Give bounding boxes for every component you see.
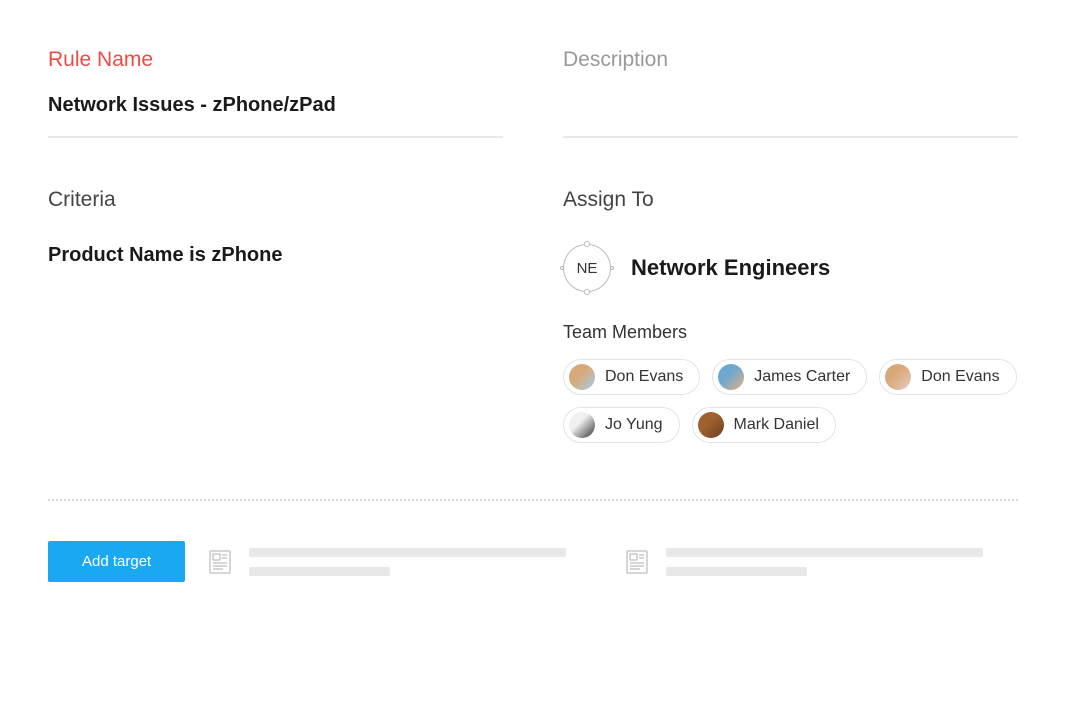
avatar [698, 412, 724, 438]
description-input[interactable] [563, 94, 1018, 138]
add-target-button[interactable]: Add target [48, 541, 185, 582]
team-badge-icon: NE [563, 244, 611, 292]
rule-name-input[interactable]: Network Issues - zPhone/zPad [48, 94, 503, 138]
skeleton-line [666, 567, 807, 576]
avatar [569, 412, 595, 438]
target-placeholder [626, 548, 1018, 576]
team-member-name: Jo Yung [605, 416, 663, 434]
team-member-name: Don Evans [605, 368, 683, 386]
criteria-text[interactable]: Product Name is zPhone [48, 244, 503, 267]
team-member-chip[interactable]: James Carter [712, 359, 867, 395]
criteria-label: Criteria [48, 188, 503, 212]
avatar [718, 364, 744, 390]
team-member-chip[interactable]: Don Evans [879, 359, 1016, 395]
skeleton-line [249, 567, 390, 576]
team-member-name: Mark Daniel [734, 416, 819, 434]
team-members-label: Team Members [563, 322, 1018, 343]
avatar [885, 364, 911, 390]
team-member-name: James Carter [754, 368, 850, 386]
skeleton-line [249, 548, 566, 557]
section-divider [48, 499, 1018, 501]
assigned-team-name: Network Engineers [631, 255, 830, 281]
team-members-list: Don Evans James Carter Don Evans Jo Yung Mar… [563, 359, 1018, 443]
assign-to-label: Assign To [563, 188, 1018, 212]
team-member-chip[interactable]: Mark Daniel [692, 407, 836, 443]
rule-name-label: Rule Name [48, 48, 503, 72]
target-placeholder [209, 548, 601, 576]
team-member-chip[interactable]: Don Evans [563, 359, 700, 395]
team-member-chip[interactable]: Jo Yung [563, 407, 680, 443]
team-member-name: Don Evans [921, 368, 999, 386]
document-icon [209, 550, 231, 574]
skeleton-line [666, 548, 983, 557]
assigned-team[interactable]: NE Network Engineers [563, 244, 1018, 292]
avatar [569, 364, 595, 390]
team-badge-initials: NE [577, 260, 598, 277]
document-icon [626, 550, 648, 574]
description-label: Description [563, 48, 1018, 72]
